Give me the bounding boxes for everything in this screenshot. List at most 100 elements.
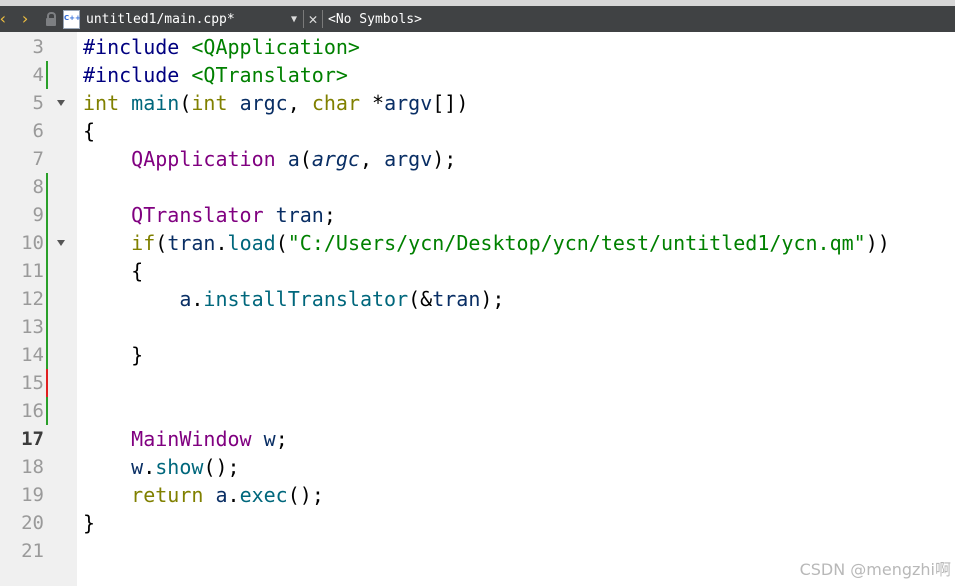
code-token: } [83,511,96,535]
modified-line-marker [46,397,48,425]
modified-line-marker [46,229,48,257]
code-token: w [131,455,144,479]
code-token: argc [311,147,360,171]
code-token: (); [287,483,324,507]
document-selector[interactable]: untitled1/main.cpp* [86,12,286,27]
line-number: 18 [21,456,44,478]
fold-arrow-icon[interactable] [57,100,65,106]
line-number: 8 [32,176,44,198]
code-token: , [287,91,312,115]
code-text: QTranslator tran; [83,201,336,229]
code-token: int [83,91,120,115]
modified-line-marker [46,173,48,201]
code-line[interactable]: 15 [0,369,955,397]
code-token: QTranslator [131,203,264,227]
line-number: 9 [32,204,44,226]
code-text: w.show(); [83,453,240,481]
line-number: 21 [21,540,44,562]
code-line[interactable]: 7 QApplication a(argc, argv); [0,145,955,173]
line-number: 19 [21,484,44,506]
code-line[interactable]: 18 w.show(); [0,453,955,481]
chevron-right-icon[interactable]: › [14,6,36,32]
code-line[interactable]: 20} [0,509,955,537]
code-token: { [83,259,144,283]
code-line[interactable]: 17 MainWindow w; [0,425,955,453]
code-token: QApplication [131,147,276,171]
close-icon[interactable]: ✕ [305,10,321,28]
code-line[interactable]: 8 [0,173,955,201]
line-number: 16 [21,400,44,422]
code-text: #include <QTranslator> [83,61,348,89]
code-token: if [131,231,156,255]
code-text: MainWindow w; [83,425,288,453]
line-number: 20 [21,512,44,534]
code-token: w [263,427,276,451]
modified-line-marker [46,285,48,313]
line-number: 3 [32,36,44,58]
lock-icon[interactable] [44,6,58,32]
code-line[interactable]: 5 int main(int argc, char *argv[]) [0,89,955,117]
code-text: a.installTranslator(&tran); [83,285,504,313]
code-token: * [360,91,385,115]
code-line[interactable]: 14 } [0,341,955,369]
code-token: tran [275,203,324,227]
code-line[interactable]: 6{ [0,117,955,145]
line-number: 6 [32,120,44,142]
code-line[interactable]: 12 a.installTranslator(&tran); [0,285,955,313]
code-token: argv [384,147,433,171]
line-number: 15 [21,372,44,394]
line-number: 17 [21,428,44,450]
code-line[interactable]: 19 return a.exec(); [0,481,955,509]
cpp-file-icon: C++ [63,9,81,29]
code-token: exec [239,483,288,507]
code-text: if(tran.load("C:/Users/ycn/Desktop/ycn/t… [83,229,890,257]
code-token: #include [83,35,180,59]
code-text: { [83,257,143,285]
code-line[interactable]: 9 QTranslator tran; [0,201,955,229]
code-token: )) [865,231,890,255]
code-token: (); [203,455,240,479]
code-token: load [227,231,276,255]
code-token: MainWindow [131,427,252,451]
line-number: 5 [32,92,44,114]
code-text: QApplication a(argc, argv); [83,145,456,173]
fold-arrow-icon[interactable] [57,240,65,246]
code-line[interactable]: 16 [0,397,955,425]
code-line[interactable]: 13 [0,313,955,341]
code-line[interactable]: 11 { [0,257,955,285]
code-token: int [191,91,228,115]
toolbar-separator [303,10,304,28]
line-number: 13 [21,316,44,338]
code-token: a [215,483,228,507]
code-token: tran [432,287,481,311]
code-token: . [143,455,156,479]
code-token: char [311,91,360,115]
symbols-dropdown[interactable]: <No Symbols> [328,12,422,27]
code-text: { [83,117,95,145]
chevron-down-icon[interactable]: ▼ [286,14,302,25]
code-line[interactable]: 3 #include <QApplication> [0,33,955,61]
code-token: ; [323,203,336,227]
watermark: CSDN @mengzhi啊 [799,560,951,579]
code-text: return a.exec(); [83,481,324,509]
code-token: <QTranslator> [191,63,348,87]
code-line[interactable]: 10 if(tran.load("C:/Users/ycn/Desktop/yc… [0,229,955,257]
toolbar-separator [322,10,323,28]
code-text: int main(int argc, char *argv[]) [83,89,468,117]
code-token: "C:/Users/ycn/Desktop/ycn/test/untitled1… [287,231,866,255]
modified-line-marker [46,61,48,89]
chevron-left-icon[interactable]: ‹ [0,6,14,32]
editor-toolbar: ‹ › C++ untitled1/main.cpp* ▼ ✕ <No Symb… [0,6,955,32]
line-number: 14 [21,344,44,366]
code-line[interactable]: 4 #include <QTranslator> [0,61,955,89]
code-token: argc [239,91,288,115]
line-number: 4 [32,64,44,86]
